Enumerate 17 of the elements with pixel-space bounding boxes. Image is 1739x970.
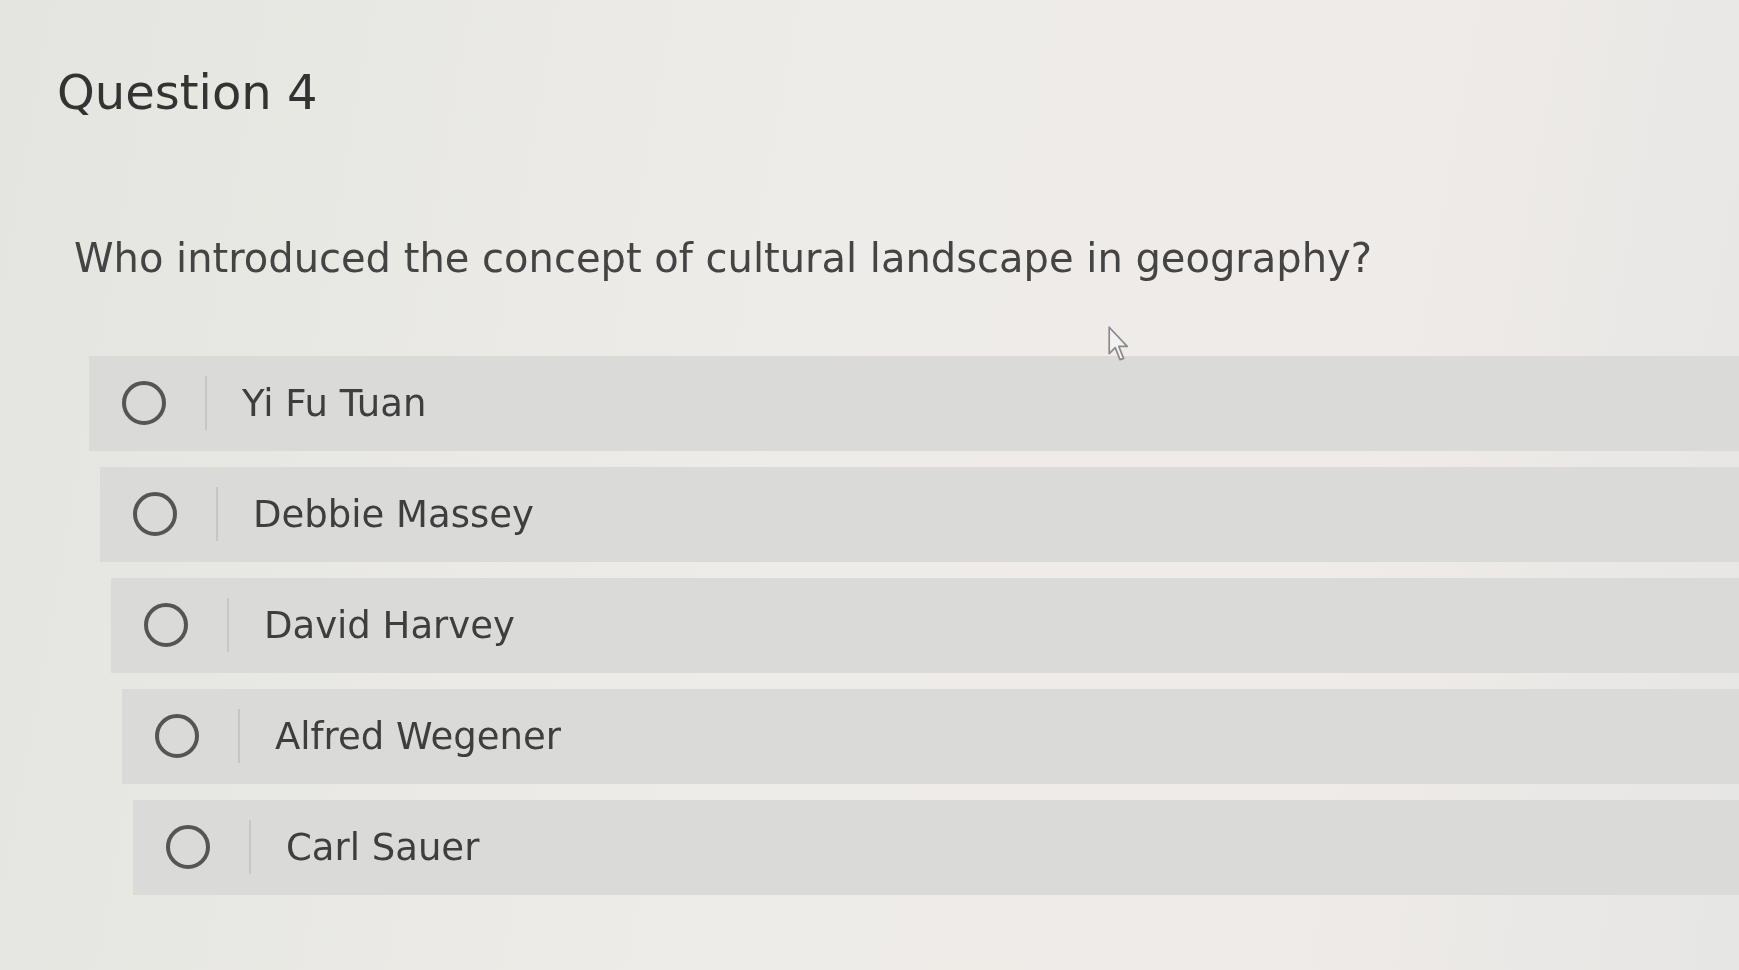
option-label: Yi Fu Tuan <box>242 381 427 425</box>
option-label: Debbie Massey <box>253 492 534 536</box>
answer-option[interactable]: David Harvey <box>111 577 1739 673</box>
radio-button[interactable] <box>122 381 166 426</box>
radio-button[interactable] <box>155 714 199 759</box>
answer-option[interactable]: Yi Fu Tuan <box>89 355 1739 451</box>
option-label: Carl Sauer <box>286 825 480 869</box>
radio-button[interactable] <box>144 603 188 648</box>
radio-button[interactable] <box>166 825 210 870</box>
question-title: Question 4 <box>57 64 318 122</box>
answer-option[interactable]: Carl Sauer <box>133 799 1739 895</box>
answer-option[interactable]: Alfred Wegener <box>122 688 1739 784</box>
question-text: Who introduced the concept of cultural landscape in geography? <box>74 233 1372 282</box>
answer-option[interactable]: Debbie Massey <box>100 466 1739 562</box>
radio-button[interactable] <box>133 492 177 537</box>
option-label: David Harvey <box>264 603 515 647</box>
option-label: Alfred Wegener <box>275 714 561 758</box>
